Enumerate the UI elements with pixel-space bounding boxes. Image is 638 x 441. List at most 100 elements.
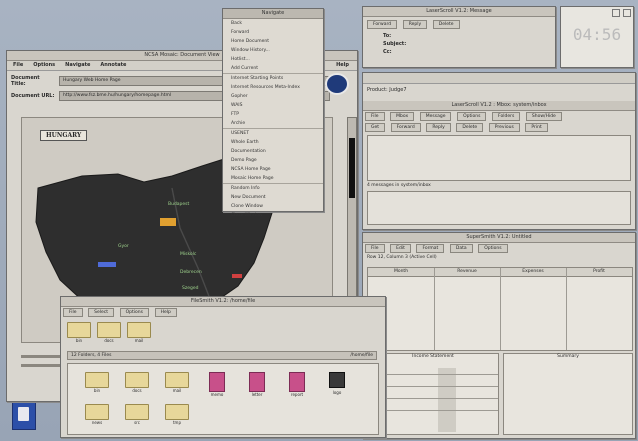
menu-annotate[interactable]: Annotate [100,61,126,70]
mailer-folders-menu[interactable]: Folders [492,112,521,121]
dropdown-item[interactable]: NCSA Home Page [223,165,323,174]
mailer-showhide-menu[interactable]: Show/Hide [525,112,562,121]
document-icon [289,372,305,392]
minimize-icon[interactable] [612,9,620,17]
close-icon[interactable] [623,9,631,17]
mail-forward-button[interactable]: Forward [367,20,398,29]
map-label[interactable]: Szeged [182,286,198,291]
fm-item[interactable]: letter [242,372,272,397]
dropdown-item[interactable]: Forward [223,28,323,37]
sheet-panel-a[interactable]: Income Statement [367,353,499,435]
folder-icon [67,322,91,338]
folder-icon [165,404,189,420]
mailer-window: Product: Judge7 LaserScroll V1.2 : Mbox:… [362,72,636,230]
menu-help[interactable]: Help [336,61,357,70]
fm-item[interactable]: logo [322,372,352,395]
fm-help-menu[interactable]: Help [154,308,177,317]
menu-navigate[interactable]: Navigate [65,61,90,70]
col-header[interactable]: Revenue [434,268,500,276]
sheet-file-menu[interactable]: File [365,244,385,253]
dropdown-item[interactable]: Archie [223,119,323,129]
doc-url-label: Document URL: [11,93,55,99]
dropdown-item[interactable]: Home Document [223,37,323,46]
mailer-file-menu[interactable]: File [365,112,385,121]
dropdown-item[interactable]: Add Current [223,64,323,74]
fm-item[interactable]: bin [82,372,112,393]
mailer-preview[interactable] [367,191,631,225]
dropdown-item[interactable]: USENET [223,129,323,138]
dropdown-item[interactable]: Internet Resources Meta-Index [223,83,323,92]
fm-item[interactable]: docs [122,372,152,393]
sheet-edit-menu[interactable]: Edit [390,244,411,253]
fm-item-label: news [91,420,103,425]
mailer-print-button[interactable]: Print [525,123,548,132]
sheet-options-menu[interactable]: Options [478,244,508,253]
dropdown-item[interactable]: Internet Starting Points [223,74,323,83]
col-header[interactable]: Month [368,268,434,276]
dropdown-item[interactable]: Random Info [223,184,323,193]
fm-folder-top[interactable]: docs [97,322,121,343]
dropdown-item[interactable]: FTP [223,110,323,119]
fm-item-label: memo [210,392,224,397]
sheet-format-menu[interactable]: Format [416,244,445,253]
mail-delete-button[interactable]: Delete [432,20,460,29]
fm-folder-top[interactable]: bin [67,322,91,343]
dropdown-item[interactable]: Hotlist... [223,55,323,64]
fm-item[interactable]: report [282,372,312,397]
mailer-get-button[interactable]: Get [365,123,386,132]
sheet-grid[interactable]: Month Revenue Expenses Profit [367,267,633,351]
fm-item-label: letter [251,392,263,397]
fm-select-menu[interactable]: Select [88,308,115,317]
menu-options[interactable]: Options [33,61,55,70]
mail-message-window: LaserScroll V1.2: Message Forward Reply … [362,6,556,68]
to-label: To: [383,33,392,39]
mailer-mbox-menu[interactable]: Mbox [390,112,415,121]
navigate-dropdown: Navigate Back Forward Home Document Window … [222,8,324,218]
dropdown-item[interactable]: New Document [223,193,323,202]
filemgr-title: FileSmith V1.2: /home/file [61,297,385,307]
city-marker [232,274,242,278]
dropdown-item[interactable]: Clone Window [223,202,323,211]
fm-item[interactable]: tmp [162,404,192,425]
document-icon [209,372,225,392]
globe-icon[interactable] [325,73,349,95]
fm-item[interactable]: mail [162,372,192,393]
sheet-panel-b[interactable]: Summary [503,353,633,435]
fm-folder-top-label: mail [134,338,144,343]
fm-item[interactable]: memo [202,372,232,397]
menu-file[interactable]: File [13,61,23,70]
dropdown-item[interactable]: Close Window [223,211,323,220]
folder-icon [85,372,109,388]
mailer-message-menu[interactable]: Message [419,112,452,121]
sheet-data-menu[interactable]: Data [449,244,473,253]
mail-reply-button[interactable]: Reply [402,20,428,29]
mailer-forward-button[interactable]: Forward [390,123,421,132]
map-label[interactable]: Debrecen [180,270,202,275]
dropdown-item[interactable]: Demo Page [223,156,323,165]
dropdown-item[interactable]: Gopher [223,92,323,101]
mailer-reply-button[interactable]: Reply [426,123,451,132]
spreadsheet-window: SuperSmith V1.2: Untitled File Edit Form… [362,232,636,439]
mailer-previous-button[interactable]: Previous [488,123,520,132]
map-label[interactable]: Budapest [168,202,189,207]
col-header[interactable]: Expenses [500,268,566,276]
fm-item[interactable]: src [122,404,152,425]
fm-folder-top[interactable]: mail [127,322,151,343]
dropdown-item[interactable]: WAIS [223,101,323,110]
trash-icon[interactable] [12,400,36,430]
dropdown-item[interactable]: Whole Earth [223,138,323,147]
fm-file-menu[interactable]: File [63,308,83,317]
mailer-options-menu[interactable]: Options [457,112,487,121]
map-label[interactable]: Miskolc [180,252,196,257]
fm-options-menu[interactable]: Options [119,308,149,317]
mailer-list[interactable] [367,135,631,181]
map-label[interactable]: Gyor [118,244,129,249]
fm-path-bar: 12 Folders, 4 Files /home/file [67,351,377,360]
fm-item[interactable]: news [82,404,112,425]
dropdown-item[interactable]: Window History... [223,46,323,55]
mailer-delete-button[interactable]: Delete [456,123,484,132]
col-header[interactable]: Profit [566,268,632,276]
dropdown-item[interactable]: Documentation [223,147,323,156]
dropdown-item[interactable]: Mosaic Home Page [223,174,323,184]
dropdown-item[interactable]: Back [223,19,323,28]
